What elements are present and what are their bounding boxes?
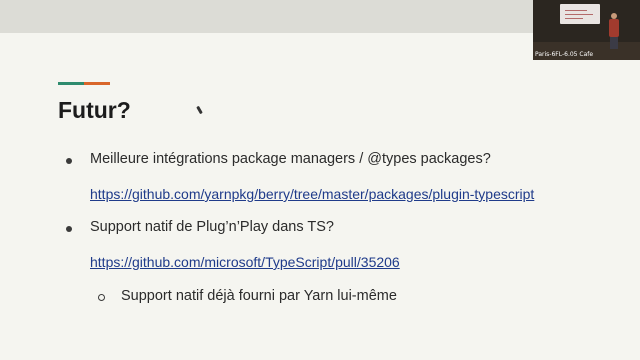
link-typescript-pull[interactable]: https://github.com/microsoft/TypeScript/… <box>90 254 400 270</box>
webcam-projector-screen <box>560 4 600 24</box>
sub-bullet-text: Support natif déjà fourni par Yarn lui-m… <box>121 288 397 304</box>
bullet-dot-icon <box>66 158 72 164</box>
screen-line <box>565 14 593 15</box>
webcam-room-label: Paris-6FL-6.05 Cafe <box>535 51 594 58</box>
accent-bar-orange <box>84 82 110 85</box>
speaker-legs <box>610 37 618 49</box>
title-accent-bar <box>58 82 110 85</box>
link-plugin-typescript[interactable]: https://github.com/yarnpkg/berry/tree/ma… <box>90 186 534 202</box>
speaker-body <box>609 19 619 37</box>
screen-line <box>565 10 587 11</box>
accent-bar-green <box>58 82 84 85</box>
bullet-dot-icon <box>66 226 72 232</box>
screen-line <box>565 18 583 19</box>
bullet-text-1: Meilleure intégrations package managers … <box>90 151 491 167</box>
slide-title: Futur? <box>58 97 131 123</box>
bullet-text-2: Support natif de Plug’n’Play dans TS? <box>90 219 334 235</box>
webcam-overlay: Paris-6FL-6.05 Cafe <box>533 0 640 60</box>
sub-bullet-circle-icon <box>98 294 105 301</box>
